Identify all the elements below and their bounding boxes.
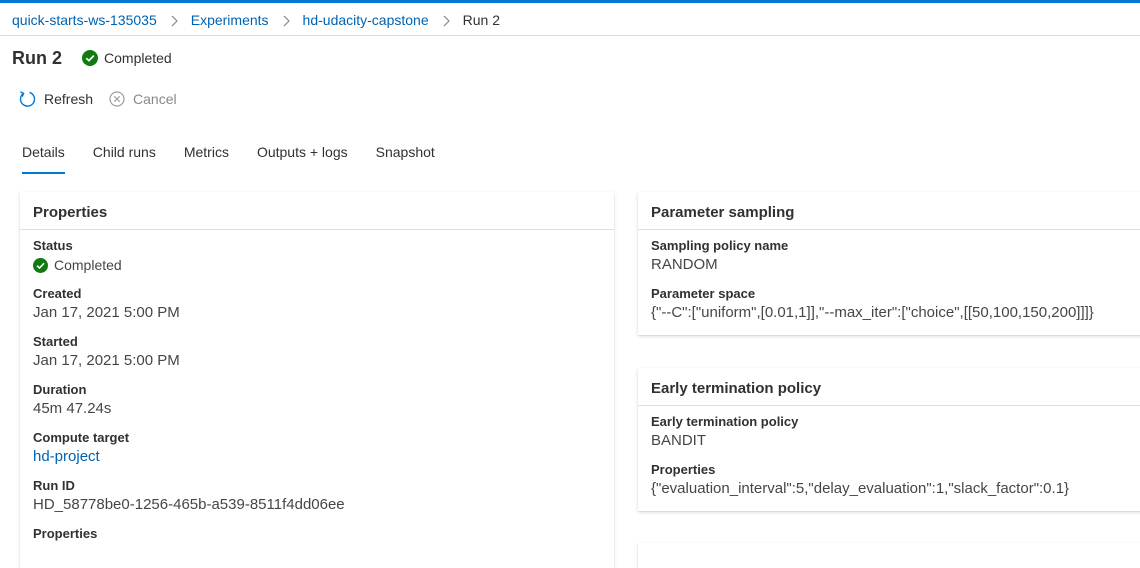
parameter-space-label: Parameter space: [651, 286, 756, 301]
cancel-label: Cancel: [133, 91, 177, 107]
started-field: Started Jan 17, 2021 5:00 PM: [33, 334, 601, 372]
early-termination-card: Early termination policy Early terminati…: [638, 368, 1140, 511]
sampling-policy-label: Sampling policy name: [651, 238, 789, 253]
parameter-sampling-heading: Parameter sampling: [638, 192, 1140, 230]
status-label: Status: [33, 238, 73, 253]
page-title: Run 2: [12, 47, 63, 68]
early-termination-heading: Early termination policy: [638, 368, 1140, 406]
refresh-label: Refresh: [44, 91, 94, 107]
created-field: Created Jan 17, 2021 5:00 PM: [33, 286, 601, 324]
page-header: Run 2 Completed: [12, 47, 172, 69]
started-label: Started: [33, 334, 78, 349]
refresh-button[interactable]: Refresh: [18, 90, 93, 108]
status-value: Completed: [54, 257, 122, 273]
command-bar: Refresh Cancel: [18, 88, 193, 110]
chevron-right-icon: [157, 12, 191, 28]
properties-heading: Properties: [20, 192, 614, 230]
duration-label: Duration: [33, 382, 87, 397]
top-accent-bar: [0, 0, 1140, 3]
chevron-right-icon: [429, 12, 463, 28]
check-circle-icon: [82, 50, 99, 66]
created-value: Jan 17, 2021 5:00 PM: [33, 304, 180, 321]
header-divider: [0, 35, 1140, 36]
check-circle-icon: [33, 257, 48, 273]
created-label: Created: [33, 286, 82, 301]
breadcrumb-experiment-name[interactable]: hd-udacity-capstone: [303, 12, 429, 28]
run-id-value: HD_58778be0-1256-465b-a539-8511f4dd06ee: [33, 496, 345, 513]
run-id-label: Run ID: [33, 478, 75, 493]
properties-card: Properties Status Completed Created Jan …: [20, 192, 614, 568]
tab-list: Details Child runs Metrics Outputs + log…: [22, 142, 463, 176]
compute-target-field: Compute target hd-project: [33, 430, 601, 468]
termination-properties-field: Properties {"evaluation_interval":5,"del…: [651, 462, 1140, 500]
tab-snapshot[interactable]: Snapshot: [376, 142, 435, 174]
started-value: Jan 17, 2021 5:00 PM: [33, 352, 180, 369]
compute-target-link[interactable]: hd-project: [33, 446, 601, 468]
duration-value: 45m 47.24s: [33, 400, 112, 417]
breadcrumb-current: Run 2: [462, 12, 500, 28]
status-field: Status Completed: [33, 238, 601, 276]
cancel-icon: [109, 91, 125, 107]
status-badge: Completed: [104, 50, 172, 66]
additional-card: [638, 543, 1140, 568]
parameter-sampling-card: Parameter sampling Sampling policy name …: [638, 192, 1140, 335]
cancel-button[interactable]: Cancel: [109, 91, 177, 107]
termination-policy-value: BANDIT: [651, 432, 707, 449]
sampling-policy-value: RANDOM: [651, 256, 718, 273]
parameter-space-field: Parameter space {"--C":["uniform",[0.01,…: [651, 286, 1140, 324]
termination-properties-label: Properties: [651, 462, 716, 477]
chevron-right-icon: [269, 12, 303, 28]
termination-properties-value: {"evaluation_interval":5,"delay_evaluati…: [651, 480, 1070, 497]
tab-details[interactable]: Details: [22, 142, 65, 174]
breadcrumb-workspace[interactable]: quick-starts-ws-135035: [12, 12, 157, 28]
refresh-icon: [19, 91, 36, 107]
duration-field: Duration 45m 47.24s: [33, 382, 601, 420]
properties-field: Properties: [33, 526, 601, 542]
breadcrumb-experiments[interactable]: Experiments: [191, 12, 269, 28]
sampling-policy-field: Sampling policy name RANDOM: [651, 238, 1140, 276]
breadcrumb: quick-starts-ws-135035 Experiments hd-ud…: [12, 10, 500, 30]
tab-outputs-logs[interactable]: Outputs + logs: [257, 142, 348, 174]
termination-policy-label: Early termination policy: [651, 414, 799, 429]
compute-target-label: Compute target: [33, 430, 130, 445]
tab-child-runs[interactable]: Child runs: [93, 142, 156, 174]
tab-metrics[interactable]: Metrics: [184, 142, 229, 174]
parameter-space-value: {"--C":["uniform",[0.01,1]],"--max_iter"…: [651, 304, 1094, 321]
properties-label: Properties: [33, 526, 98, 541]
termination-policy-field: Early termination policy BANDIT: [651, 414, 1140, 452]
run-id-field: Run ID HD_58778be0-1256-465b-a539-8511f4…: [33, 478, 601, 516]
